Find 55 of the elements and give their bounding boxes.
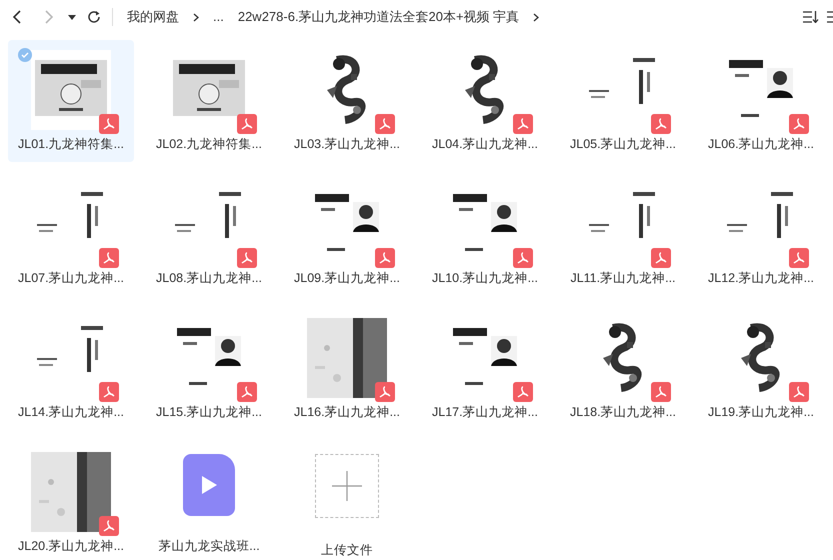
- refresh-icon: [87, 10, 101, 24]
- back-icon: [11, 10, 23, 24]
- file-name[interactable]: JL09.茅山九龙神...: [294, 269, 400, 288]
- pdf-icon: [375, 248, 395, 268]
- file-name[interactable]: JL17.茅山九龙神...: [432, 403, 538, 422]
- file-name[interactable]: JL11.茅山九龙神...: [570, 269, 676, 288]
- pdf-icon: [237, 382, 257, 402]
- pdf-icon: [237, 248, 257, 268]
- pdf-icon: [99, 248, 119, 268]
- file-name[interactable]: JL18.茅山九龙神...: [570, 403, 676, 422]
- file-name[interactable]: 上传文件: [321, 541, 373, 560]
- list-view-icon[interactable]: [827, 11, 833, 23]
- pdf-icon: [789, 248, 809, 268]
- file-name[interactable]: JL08.茅山九龙神...: [156, 269, 262, 288]
- forward-icon: [43, 10, 55, 24]
- pdf-icon: [513, 248, 533, 268]
- pdf-icon: [99, 114, 119, 134]
- pdf-icon: [375, 114, 395, 134]
- file-name[interactable]: JL16.茅山九龙神...: [294, 403, 400, 422]
- pdf-icon: [789, 382, 809, 402]
- caret-icon: [68, 14, 76, 20]
- pdf-icon: [237, 114, 257, 134]
- chevron-icon: [533, 12, 540, 22]
- file-name[interactable]: JL12.茅山九龙神...: [708, 269, 814, 288]
- plus-icon: [332, 471, 362, 501]
- pdf-icon: [651, 382, 671, 402]
- breadcrumb-item[interactable]: 我的网盘: [127, 7, 179, 27]
- video-file-icon: [183, 454, 235, 516]
- file-name[interactable]: JL20.茅山九龙神...: [18, 537, 124, 556]
- file-name[interactable]: JL06.茅山九龙神...: [708, 135, 814, 154]
- file-name[interactable]: JL14.茅山九龙神...: [18, 403, 124, 422]
- file-name[interactable]: JL10.茅山九龙神...: [432, 269, 538, 288]
- sort-icon: [803, 11, 819, 23]
- pdf-icon: [651, 114, 671, 134]
- file-name[interactable]: JL02.九龙神符集...: [156, 135, 262, 154]
- pdf-icon: [651, 248, 671, 268]
- file-name[interactable]: JL04.茅山九龙神...: [432, 135, 538, 154]
- breadcrumb-item[interactable]: 22w278-6.茅山九龙神功道法全套20本+视频 宇真: [238, 7, 520, 27]
- file-name[interactable]: JL03.茅山九龙神...: [294, 135, 400, 154]
- file-name[interactable]: JL19.茅山九龙神...: [708, 403, 814, 422]
- pdf-icon: [513, 114, 533, 134]
- file-name[interactable]: JL15.茅山九龙神...: [156, 403, 262, 422]
- pdf-icon: [375, 382, 395, 402]
- breadcrumb-item[interactable]: ...: [213, 7, 224, 27]
- file-item[interactable]: JL01.九龙神符集...: [8, 40, 134, 162]
- pdf-icon: [99, 382, 119, 402]
- chevron-icon: [193, 12, 199, 22]
- file-name[interactable]: JL07.茅山九龙神...: [18, 269, 124, 288]
- file-name[interactable]: JL05.茅山九龙神...: [570, 135, 676, 154]
- pdf-icon: [513, 382, 533, 402]
- file-name[interactable]: 茅山九龙实战班...: [158, 537, 260, 556]
- file-name[interactable]: JL01.九龙神符集...: [18, 135, 124, 154]
- check-icon: [18, 48, 32, 62]
- pdf-icon: [99, 516, 119, 536]
- pdf-icon: [789, 114, 809, 134]
